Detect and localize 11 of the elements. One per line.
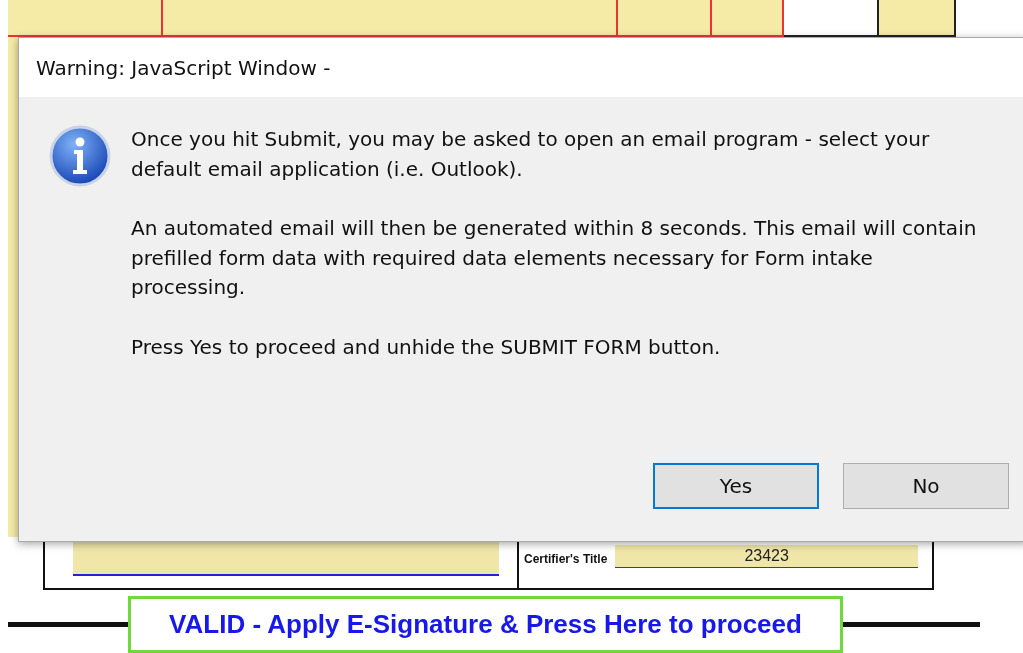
dialog-title: Warning: JavaScript Window - bbox=[19, 38, 1023, 97]
proceed-button[interactable]: VALID - Apply E-Signature & Press Here to proceed bbox=[128, 596, 843, 653]
message-paragraph: Press Yes to proceed and unhide the SUBMIT FORM button. bbox=[131, 333, 722, 361]
form-cell bbox=[712, 0, 784, 37]
certifier-title-label: Certifier's Title bbox=[524, 551, 608, 568]
dialog-button[interactable]: No bbox=[843, 463, 1009, 509]
message-paragraph: An automated email will then be generated within 8 seconds. This email will contain prefilled form data with required data elements necessary for Form intake processing. bbox=[131, 215, 978, 301]
certifier-title-field[interactable]: 23423 bbox=[615, 545, 918, 568]
message-paragraph: Once you hit Submit, you may be asked to open an email program - select your default email application (i.e. Outlook). bbox=[131, 126, 931, 183]
dialog-button[interactable]: Yes bbox=[653, 463, 819, 509]
info-icon bbox=[49, 125, 111, 187]
